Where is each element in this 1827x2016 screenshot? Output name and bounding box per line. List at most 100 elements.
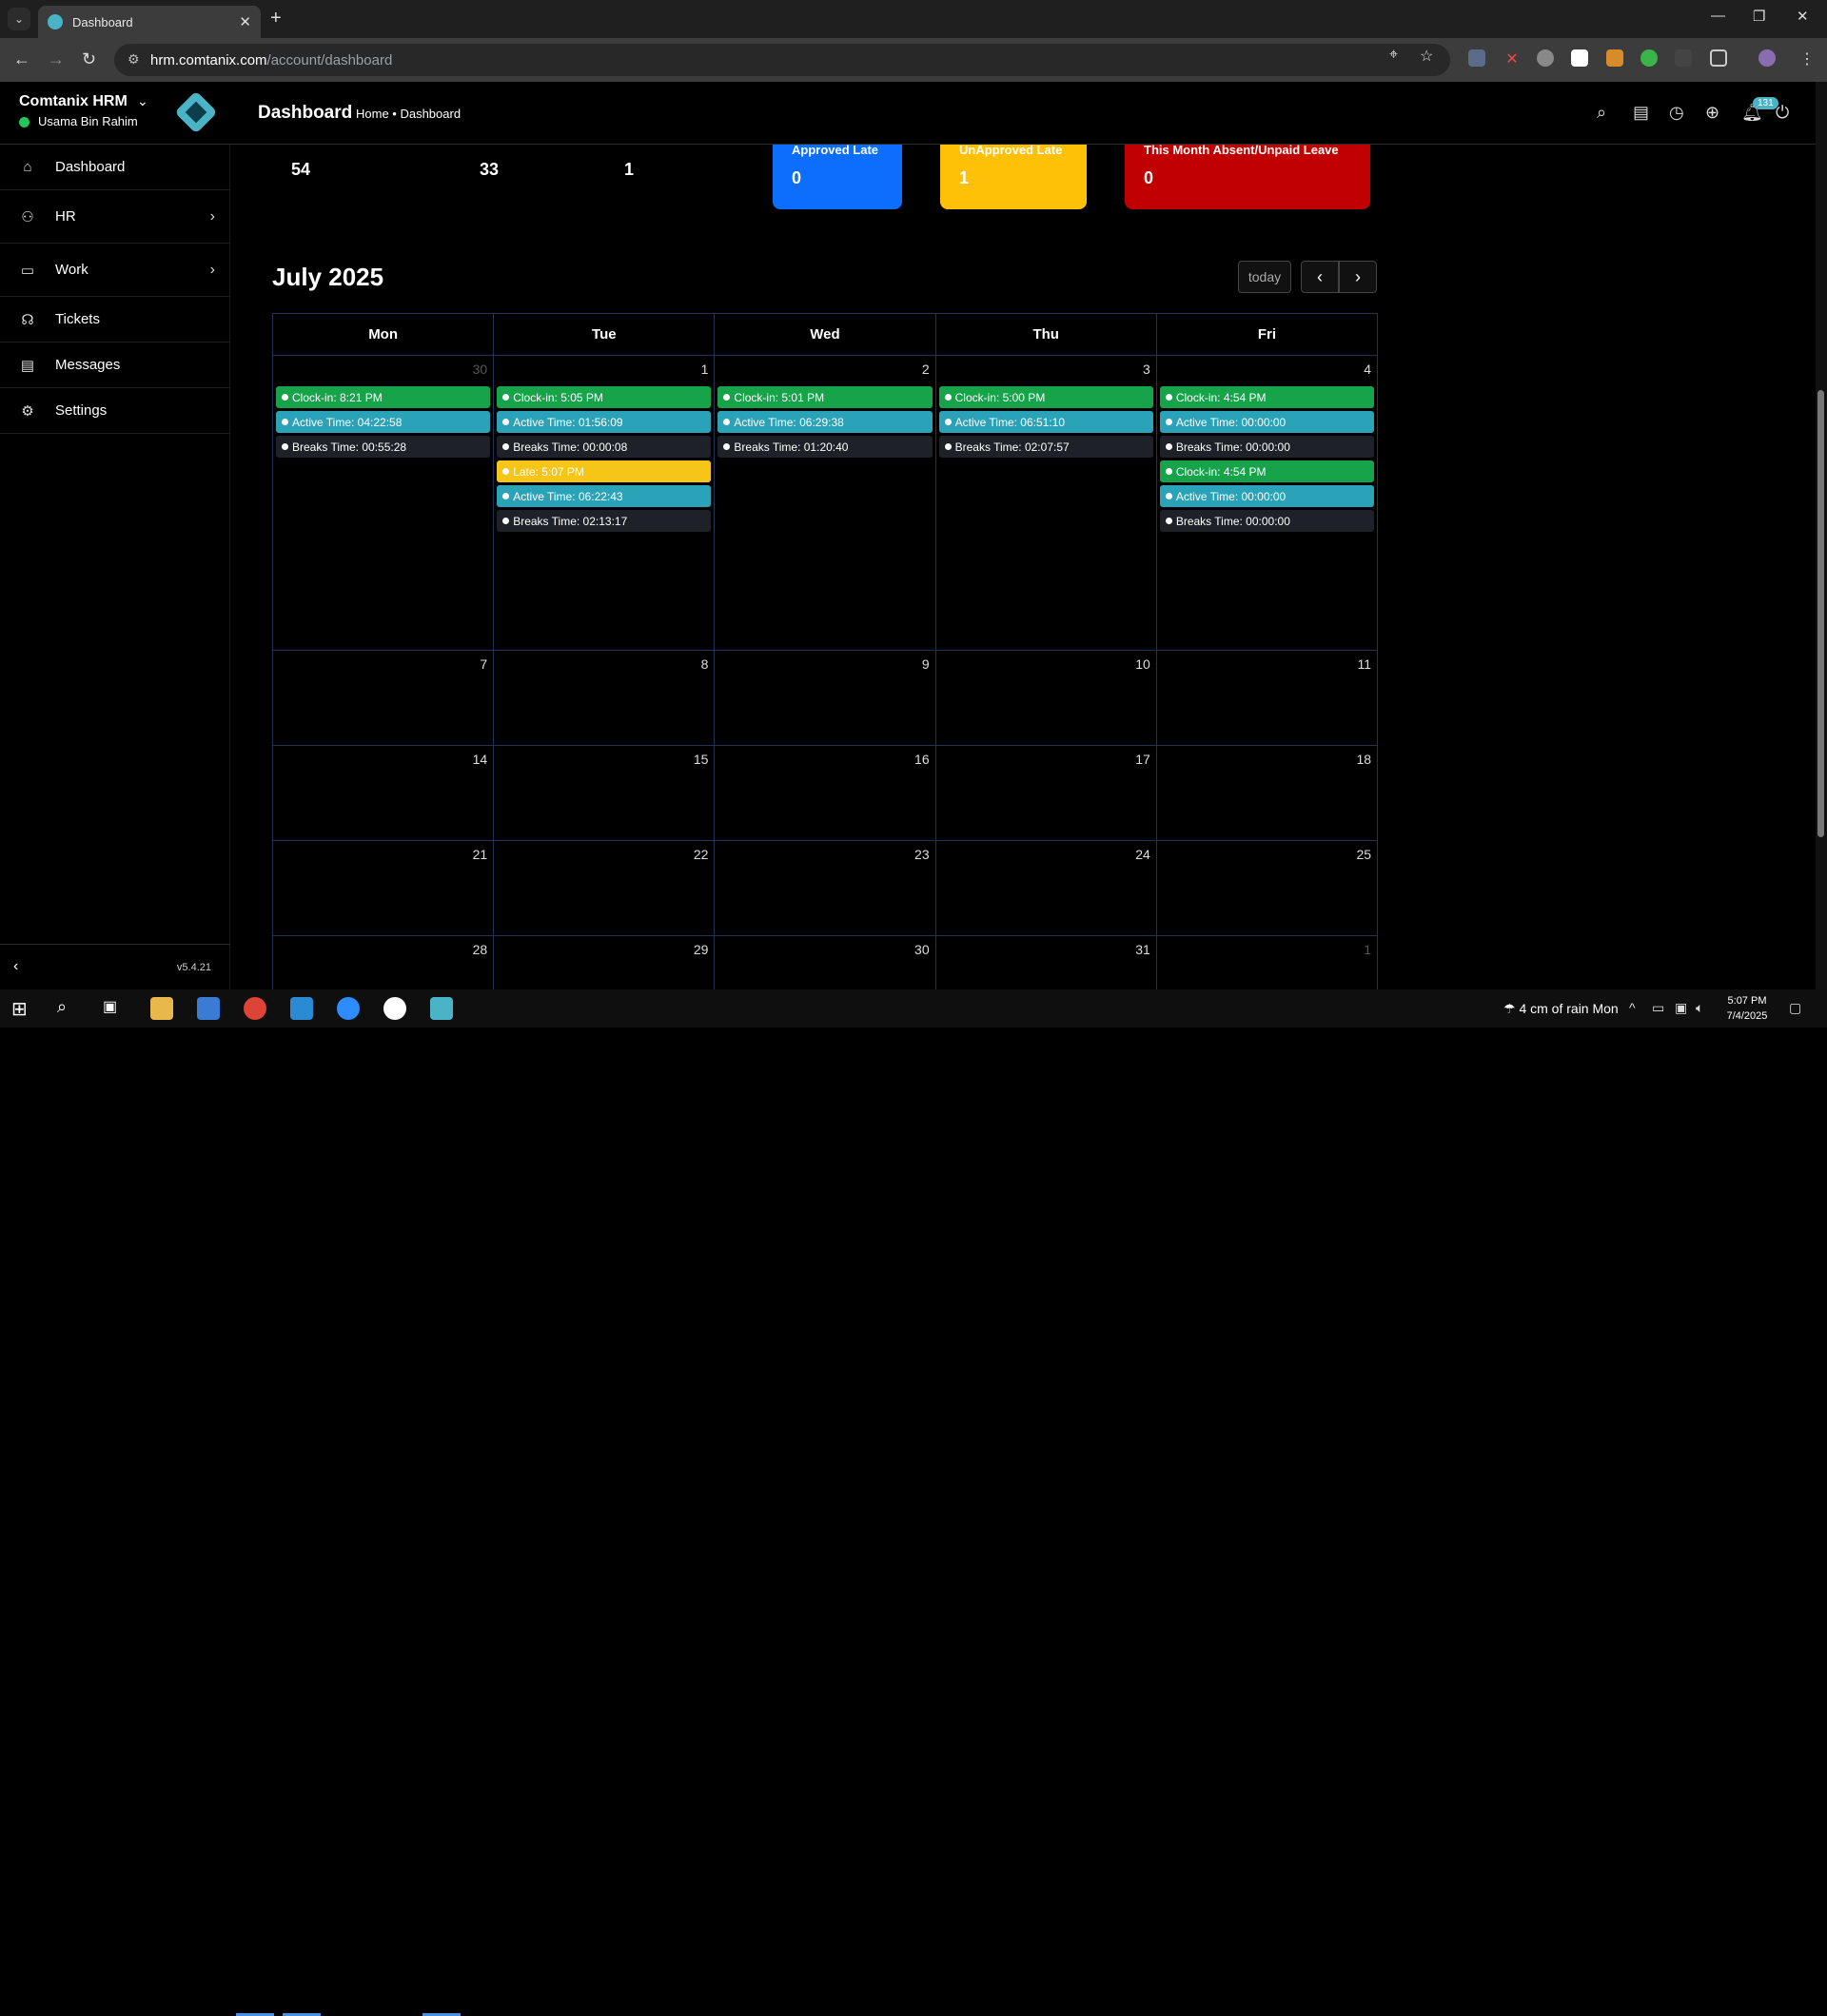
calendar-event[interactable]: Clock-in: 4:54 PM: [1159, 386, 1375, 408]
restore-icon[interactable]: ❐: [1753, 8, 1765, 25]
calendar-event[interactable]: Clock-in: 5:01 PM: [717, 386, 933, 408]
new-tab-button[interactable]: +: [270, 8, 282, 29]
sidebar-item-settings[interactable]: ⚙ Settings: [0, 388, 230, 434]
calendar-day-cell[interactable]: 17: [936, 746, 1157, 840]
day-number[interactable]: 1: [1364, 942, 1371, 957]
breadcrumb[interactable]: Home • Dashboard: [356, 107, 461, 121]
comtanix-app-icon[interactable]: [430, 997, 453, 1020]
browser-tab[interactable]: Dashboard ✕: [38, 6, 261, 38]
sidebar-item-dashboard[interactable]: ⌂ Dashboard: [0, 145, 230, 190]
store-icon[interactable]: [197, 997, 220, 1020]
approved-late-card[interactable]: Approved Late 0: [773, 145, 902, 209]
absent-leave-card[interactable]: This Month Absent/Unpaid Leave 0: [1125, 145, 1370, 209]
calendar-day-cell[interactable]: 31: [936, 936, 1157, 989]
day-number[interactable]: 29: [694, 942, 709, 957]
clock-icon[interactable]: ◷: [1669, 103, 1684, 123]
calendar-event[interactable]: Active Time: 01:56:09: [497, 411, 712, 433]
calendar-day-cell[interactable]: 9: [715, 651, 936, 745]
today-button[interactable]: today: [1238, 261, 1291, 293]
day-number[interactable]: 30: [473, 362, 488, 377]
extensions-puzzle-icon[interactable]: [1710, 49, 1727, 67]
vscode-icon[interactable]: [290, 997, 313, 1020]
day-number[interactable]: 31: [1135, 942, 1150, 957]
calendar-event[interactable]: Breaks Time: 02:13:17: [497, 510, 712, 532]
calendar-day-cell[interactable]: 30 Clock-in: 8:21 PM Active Time: 04:22:58…: [273, 356, 495, 650]
day-number[interactable]: 8: [701, 656, 709, 672]
brand-name[interactable]: Comtanix HRM: [19, 93, 128, 110]
calendar-day-cell[interactable]: 8: [494, 651, 716, 745]
calendar-day-cell[interactable]: 4 Clock-in: 4:54 PM Active Time: 00:00:00 B…: [1157, 356, 1377, 650]
calendar-day-cell[interactable]: 3 Clock-in: 5:00 PM Active Time: 06:51:10 B…: [936, 356, 1157, 650]
chrome-icon[interactable]: [244, 997, 266, 1020]
chat-icon[interactable]: ▤: [1633, 103, 1649, 123]
calendar-event[interactable]: Breaks Time: 00:55:28: [276, 436, 491, 458]
calendar-event[interactable]: Clock-in: 8:21 PM: [276, 386, 491, 408]
prev-month-button[interactable]: ‹: [1301, 261, 1339, 293]
calendar-day-cell[interactable]: 24: [936, 841, 1157, 935]
calendar-day-cell[interactable]: 1: [1157, 936, 1377, 989]
day-number[interactable]: 17: [1135, 752, 1150, 767]
add-icon[interactable]: ⊕: [1705, 103, 1719, 123]
reload-icon[interactable]: ↻: [82, 49, 96, 69]
day-number[interactable]: 9: [922, 656, 930, 672]
calendar-event[interactable]: Breaks Time: 00:00:00: [1159, 510, 1375, 532]
forward-icon[interactable]: →: [48, 49, 65, 69]
back-icon[interactable]: ←: [13, 49, 30, 69]
file-explorer-icon[interactable]: [150, 997, 173, 1020]
extension-cast-icon[interactable]: [1675, 49, 1692, 67]
calendar-day-cell[interactable]: 29: [494, 936, 716, 989]
calendar-day-cell[interactable]: 28: [273, 936, 495, 989]
calendar-event[interactable]: Clock-in: 4:54 PM: [1159, 460, 1375, 482]
search-icon[interactable]: ⌕: [57, 997, 80, 1020]
day-number[interactable]: 10: [1135, 656, 1150, 672]
browser-menu-icon[interactable]: ⋮: [1798, 49, 1816, 68]
calendar-day-cell[interactable]: 15: [494, 746, 716, 840]
day-number[interactable]: 16: [914, 752, 930, 767]
day-number[interactable]: 23: [914, 847, 930, 862]
calendar-day-cell[interactable]: 7: [273, 651, 495, 745]
day-number[interactable]: 15: [694, 752, 709, 767]
calendar-event[interactable]: Breaks Time: 00:00:00: [1159, 436, 1375, 458]
collapse-sidebar-icon[interactable]: ‹: [13, 958, 18, 975]
calendar-event[interactable]: Breaks Time: 02:07:57: [938, 436, 1153, 458]
sidebar-item-hr[interactable]: ⚇ HR ›: [0, 190, 230, 244]
windows-start-icon[interactable]: ⊞: [11, 997, 34, 1020]
extension-green-icon[interactable]: [1640, 49, 1658, 67]
extension-badge-icon[interactable]: [1606, 49, 1623, 67]
chevron-down-icon[interactable]: ⌄: [137, 93, 148, 109]
day-number[interactable]: 14: [473, 752, 488, 767]
extension-fd-icon[interactable]: [1571, 49, 1588, 67]
day-number[interactable]: 30: [914, 942, 930, 957]
search-icon[interactable]: ⌕: [1597, 103, 1606, 123]
calendar-day-cell[interactable]: 30: [715, 936, 936, 989]
calendar-day-cell[interactable]: 18: [1157, 746, 1377, 840]
day-number[interactable]: 24: [1135, 847, 1150, 862]
zoom-icon[interactable]: [337, 997, 360, 1020]
next-month-button[interactable]: ›: [1339, 261, 1377, 293]
extension-globe-icon[interactable]: [1537, 49, 1554, 67]
calendar-day-cell[interactable]: 23: [715, 841, 936, 935]
calendar-event[interactable]: Late: 5:07 PM: [497, 460, 712, 482]
calendar-event[interactable]: Clock-in: 5:05 PM: [497, 386, 712, 408]
calendar-event[interactable]: Breaks Time: 00:00:08: [497, 436, 712, 458]
day-number[interactable]: 1: [701, 362, 709, 377]
calendar-event[interactable]: Active Time: 00:00:00: [1159, 411, 1375, 433]
volume-muted-icon[interactable]: 🔈︎: [1696, 1000, 1703, 1016]
day-number[interactable]: 3: [1143, 362, 1150, 377]
tray-expand-icon[interactable]: ^: [1629, 1000, 1636, 1015]
tab-search-button[interactable]: ⌄: [8, 8, 30, 30]
minimize-icon[interactable]: —: [1711, 8, 1725, 24]
sidebar-item-messages[interactable]: ▤ Messages: [0, 343, 230, 388]
calendar-event[interactable]: Breaks Time: 01:20:40: [717, 436, 933, 458]
calendar-event[interactable]: Clock-in: 5:00 PM: [938, 386, 1153, 408]
day-number[interactable]: 11: [1357, 656, 1371, 672]
notifications-icon[interactable]: ▢: [1789, 1000, 1801, 1016]
day-number[interactable]: 25: [1356, 847, 1371, 862]
day-number[interactable]: 2: [922, 362, 930, 377]
site-info-icon[interactable]: ⚙: [128, 51, 140, 68]
scrollbar-thumb[interactable]: [1817, 390, 1824, 837]
sidebar-item-work[interactable]: ▭ Work ›: [0, 244, 230, 297]
calendar-event[interactable]: Active Time: 04:22:58: [276, 411, 491, 433]
day-number[interactable]: 4: [1364, 362, 1371, 377]
calendar-event[interactable]: Active Time: 06:51:10: [938, 411, 1153, 433]
